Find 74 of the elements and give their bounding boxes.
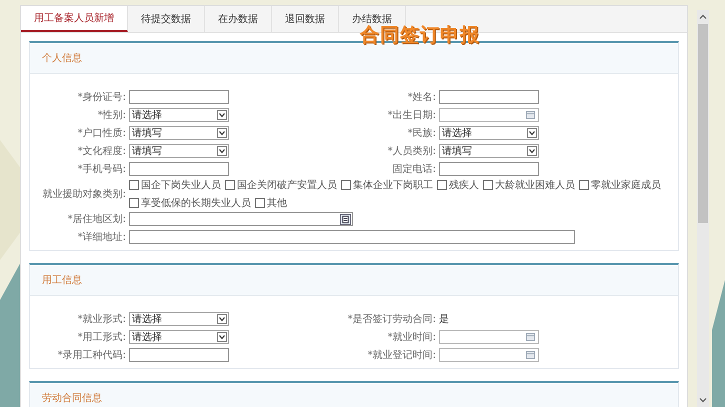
field-label: *出生日期: [386, 108, 437, 122]
caret-icon [217, 110, 227, 120]
input-field[interactable] [129, 230, 575, 244]
input-field[interactable] [129, 162, 229, 176]
field-label: 就业援助对象类别: [42, 188, 127, 201]
field-label: *用工形式: [76, 330, 127, 344]
checkbox[interactable] [129, 180, 139, 190]
tab[interactable]: 在办数据 [205, 6, 272, 32]
calendar-icon[interactable] [526, 111, 535, 119]
select-field[interactable]: 请选择 [129, 312, 229, 326]
select-field[interactable]: 请选择 [439, 126, 539, 140]
checkbox[interactable] [483, 180, 493, 190]
checkbox[interactable] [579, 180, 589, 190]
select-field[interactable]: 请选择 [129, 108, 229, 122]
input-field[interactable] [129, 90, 229, 104]
select-field[interactable]: 请填写 [129, 144, 229, 158]
caret-icon [217, 332, 227, 342]
field-label: *就业登记时间: [366, 348, 437, 362]
checkbox[interactable] [341, 180, 351, 190]
caret-icon [217, 314, 227, 324]
calendar-icon[interactable] [526, 351, 535, 359]
scrollbar[interactable] [697, 10, 709, 407]
checkbox-label: 国企下岗失业人员 [141, 178, 221, 192]
input-field[interactable] [439, 162, 539, 176]
field-label: *文化程度: [76, 144, 127, 158]
date-field[interactable] [439, 108, 539, 122]
select-field[interactable]: 请填写 [129, 126, 229, 140]
checkbox-label: 零就业家庭成员 [591, 178, 661, 192]
checkbox-label: 国企关闭破产安置人员 [237, 178, 337, 192]
select-field[interactable]: 请选择 [129, 330, 229, 344]
caret-icon [217, 146, 227, 156]
field-label: *姓名: [406, 91, 437, 104]
field-label: *手机号码: [76, 162, 127, 176]
field-label: *是否签订劳动合同: [346, 312, 437, 326]
date-field[interactable] [439, 330, 539, 344]
field-label: *录用工种代码: [56, 348, 127, 362]
region-field[interactable] [129, 212, 353, 226]
caret-icon [527, 128, 537, 138]
date-field[interactable] [439, 348, 539, 362]
calendar-icon[interactable] [526, 333, 535, 341]
checkbox-label: 残疾人 [449, 178, 479, 192]
checkbox[interactable] [437, 180, 447, 190]
section-title: 个人信息 [42, 52, 82, 65]
checkbox[interactable] [225, 180, 235, 190]
scroll-down-icon[interactable] [698, 395, 708, 405]
checkbox-label: 集体企业下岗职工 [353, 178, 433, 192]
field-label: *居住地区划: [66, 212, 127, 226]
field-label: *就业形式: [76, 312, 127, 326]
scrollbar-thumb[interactable] [698, 24, 708, 223]
field-label: *人员类别: [386, 144, 437, 158]
checkbox[interactable] [255, 198, 265, 208]
caret-icon [217, 128, 227, 138]
tab[interactable]: 待提交数据 [128, 6, 205, 32]
field-label: *详细地址: [76, 230, 127, 244]
field-label: *身份证号: [76, 91, 127, 104]
field-label: *民族: [406, 126, 437, 140]
picker-icon[interactable] [340, 214, 351, 224]
field-label: *就业时间: [386, 330, 437, 344]
caret-icon [527, 146, 537, 156]
field-label: *户口性质: [76, 126, 127, 140]
tab[interactable]: 退回数据 [272, 6, 339, 32]
tab[interactable]: 用工备案人员新增 [21, 6, 128, 32]
select-field[interactable]: 请填写 [439, 144, 539, 158]
field-label: *性别: [96, 108, 127, 122]
checkbox[interactable] [129, 198, 139, 208]
checkbox-label: 享受低保的长期失业人员 [141, 196, 251, 210]
field-value: 是 [439, 313, 449, 326]
section-title: 用工信息 [42, 274, 82, 287]
input-field[interactable] [439, 90, 539, 104]
field-label: 固定电话: [392, 162, 437, 176]
section-title: 劳动合同信息 [42, 392, 102, 405]
checkbox-label: 其他 [267, 196, 287, 210]
checkbox-label: 大龄就业困难人员 [495, 178, 575, 192]
input-field[interactable] [129, 348, 229, 362]
